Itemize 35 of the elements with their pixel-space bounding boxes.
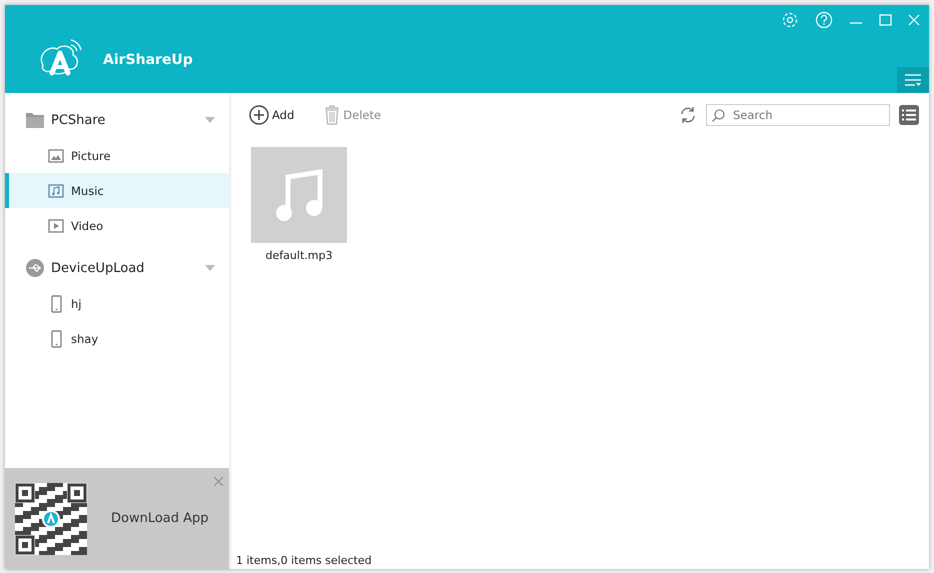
maximize-icon[interactable] <box>879 14 892 26</box>
plus-icon <box>249 105 269 125</box>
sidebar-group[interactable]: PCShare <box>5 107 229 133</box>
settings-icon[interactable] <box>781 11 799 29</box>
trash-icon <box>324 105 340 125</box>
qr-code-icon <box>15 482 87 554</box>
help-icon[interactable] <box>815 11 833 29</box>
close-icon[interactable] <box>214 477 223 486</box>
folder-icon <box>25 110 45 130</box>
add-button[interactable]: Add <box>249 105 294 125</box>
sidebar-item[interactable]: Video <box>5 208 229 243</box>
music-icon <box>47 182 65 200</box>
caret-icon <box>205 265 215 271</box>
sidebar-item[interactable]: Picture <box>5 138 229 173</box>
promo-label[interactable]: DownLoad App <box>111 511 209 526</box>
sidebar-item[interactable]: Music <box>5 173 229 208</box>
music-note-icon <box>275 167 323 223</box>
search-icon <box>712 109 725 122</box>
play-icon <box>47 216 65 234</box>
file-name: default.mp3 <box>266 249 332 262</box>
menu-button[interactable] <box>897 67 929 93</box>
refresh-icon[interactable] <box>679 106 697 124</box>
sidebar-item[interactable]: shay <box>5 321 229 356</box>
sidebar-item[interactable]: hj <box>5 286 229 321</box>
menu-icon <box>905 73 921 87</box>
status-text: 1 items,0 items selected <box>235 554 373 569</box>
search-field[interactable]: Search <box>706 104 890 126</box>
sidebar-group[interactable]: DeviceUpLoad <box>5 255 229 281</box>
list-icon <box>902 109 916 121</box>
image-icon <box>47 146 65 164</box>
usb-icon <box>25 258 45 278</box>
file-thumbnail[interactable] <box>251 147 347 243</box>
caret-icon <box>205 117 215 123</box>
app-title: AirShareUp <box>103 52 193 68</box>
list-view-button[interactable] <box>899 105 919 125</box>
